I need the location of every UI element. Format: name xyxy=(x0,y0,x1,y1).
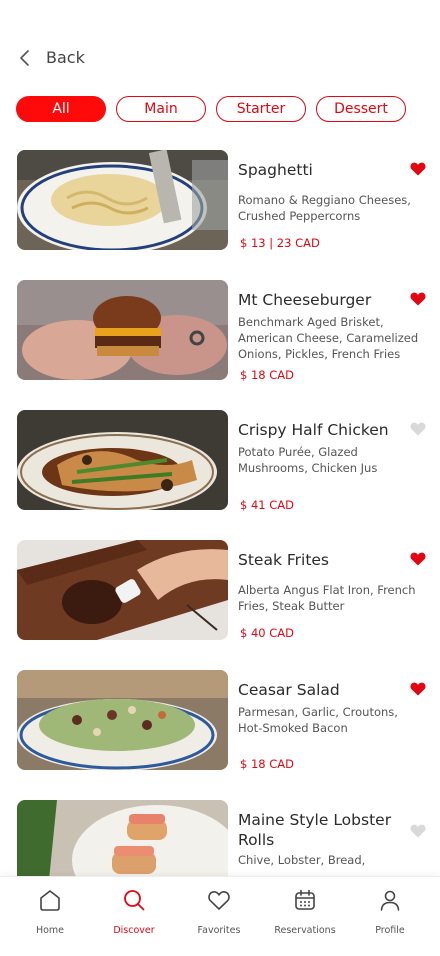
heart-icon xyxy=(410,162,426,176)
tab-reservations[interactable]: Reservations xyxy=(265,887,345,936)
favorite-toggle[interactable] xyxy=(410,422,426,436)
menu-item[interactable]: Crispy Half Chicken Potato Purée, Glazed… xyxy=(0,410,440,512)
favorite-toggle[interactable] xyxy=(410,824,426,838)
heart-icon xyxy=(410,682,426,696)
heart-icon xyxy=(208,891,230,910)
tab-home[interactable]: Home xyxy=(10,887,90,936)
menu-item-name: Crispy Half Chicken xyxy=(238,421,389,439)
menu-item[interactable]: Ceasar Salad Parmesan, Garlic, Croutons,… xyxy=(0,670,440,771)
favorite-toggle[interactable] xyxy=(410,552,426,566)
heart-icon xyxy=(410,292,426,306)
spaghetti-photo xyxy=(17,150,228,250)
menu-item[interactable]: Mt Cheeseburger Benchmark Aged Brisket, … xyxy=(0,280,440,382)
menu-item-name: Ceasar Salad xyxy=(238,681,340,699)
menu-item-price: $ 13 | 23 CAD xyxy=(240,236,320,250)
tab-discover[interactable]: Discover xyxy=(94,887,174,936)
menu-item-price: $ 18 CAD xyxy=(240,368,295,382)
bottom-tab-bar: Home Discover Favorites Reservations Pro… xyxy=(0,876,440,956)
menu-list: Spaghetti Romano & Reggiano Cheeses, Cru… xyxy=(0,150,440,876)
filter-chip-main[interactable]: Main xyxy=(116,96,206,122)
back-label: Back xyxy=(46,48,85,67)
menu-item-price: $ 41 CAD xyxy=(240,498,295,512)
home-icon xyxy=(40,890,60,911)
search-icon xyxy=(124,890,145,911)
salad-photo xyxy=(17,670,228,770)
user-icon xyxy=(380,890,400,911)
tab-label: Profile xyxy=(375,925,405,936)
filter-chip-starter[interactable]: Starter xyxy=(216,96,306,122)
favorite-toggle[interactable] xyxy=(410,162,426,176)
heart-icon xyxy=(410,422,426,436)
tab-label: Favorites xyxy=(197,925,241,936)
cheeseburger-photo xyxy=(17,280,228,380)
menu-item[interactable]: Steak Frites Alberta Angus Flat Iron, Fr… xyxy=(0,540,440,640)
menu-item-price: $ 40 CAD xyxy=(240,626,295,640)
menu-item[interactable]: Maine Style Lobster Rolls Chive, Lobster… xyxy=(0,800,440,876)
tab-label: Discover xyxy=(113,925,155,936)
menu-item-description: Benchmark Aged Brisket, American Cheese,… xyxy=(238,315,419,361)
menu-item-name: Spaghetti xyxy=(238,161,313,179)
calendar-icon xyxy=(295,889,315,910)
menu-item-price: $ 18 CAD xyxy=(240,757,295,771)
menu-item-name: Steak Frites xyxy=(238,551,330,569)
steak-photo xyxy=(17,540,228,640)
menu-item-description: Potato Purée, Glazed Mushrooms, Chicken … xyxy=(238,445,378,475)
heart-icon xyxy=(410,552,426,566)
menu-item-description: Chive, Lobster, Bread, xyxy=(238,853,366,867)
menu-item-name: Mt Cheeseburger xyxy=(238,291,372,309)
category-filters: All Main Starter Dessert xyxy=(16,96,406,122)
tab-favorites[interactable]: Favorites xyxy=(179,887,259,936)
favorite-toggle[interactable] xyxy=(410,682,426,696)
chicken-photo xyxy=(17,410,228,510)
filter-chip-dessert[interactable]: Dessert xyxy=(316,96,406,122)
menu-item-description: Alberta Angus Flat Iron, French Fries, S… xyxy=(238,583,416,613)
favorite-toggle[interactable] xyxy=(410,292,426,306)
menu-item-description: Romano & Reggiano Cheeses, Crushed Peppe… xyxy=(238,193,411,223)
tab-label: Home xyxy=(35,925,65,936)
tab-profile[interactable]: Profile xyxy=(350,887,430,936)
menu-item[interactable]: Spaghetti Romano & Reggiano Cheeses, Cru… xyxy=(0,150,440,250)
chevron-left-icon xyxy=(20,49,29,66)
filter-chip-all[interactable]: All xyxy=(16,96,106,122)
lobster-roll-photo xyxy=(17,800,228,876)
menu-item-name: Maine Style Lobster Rolls xyxy=(238,811,392,849)
tab-label: Reservations xyxy=(274,925,336,936)
back-button[interactable]: Back xyxy=(18,48,85,67)
menu-item-description: Parmesan, Garlic, Croutons, Hot-Smoked B… xyxy=(238,705,398,735)
heart-icon xyxy=(410,824,426,838)
